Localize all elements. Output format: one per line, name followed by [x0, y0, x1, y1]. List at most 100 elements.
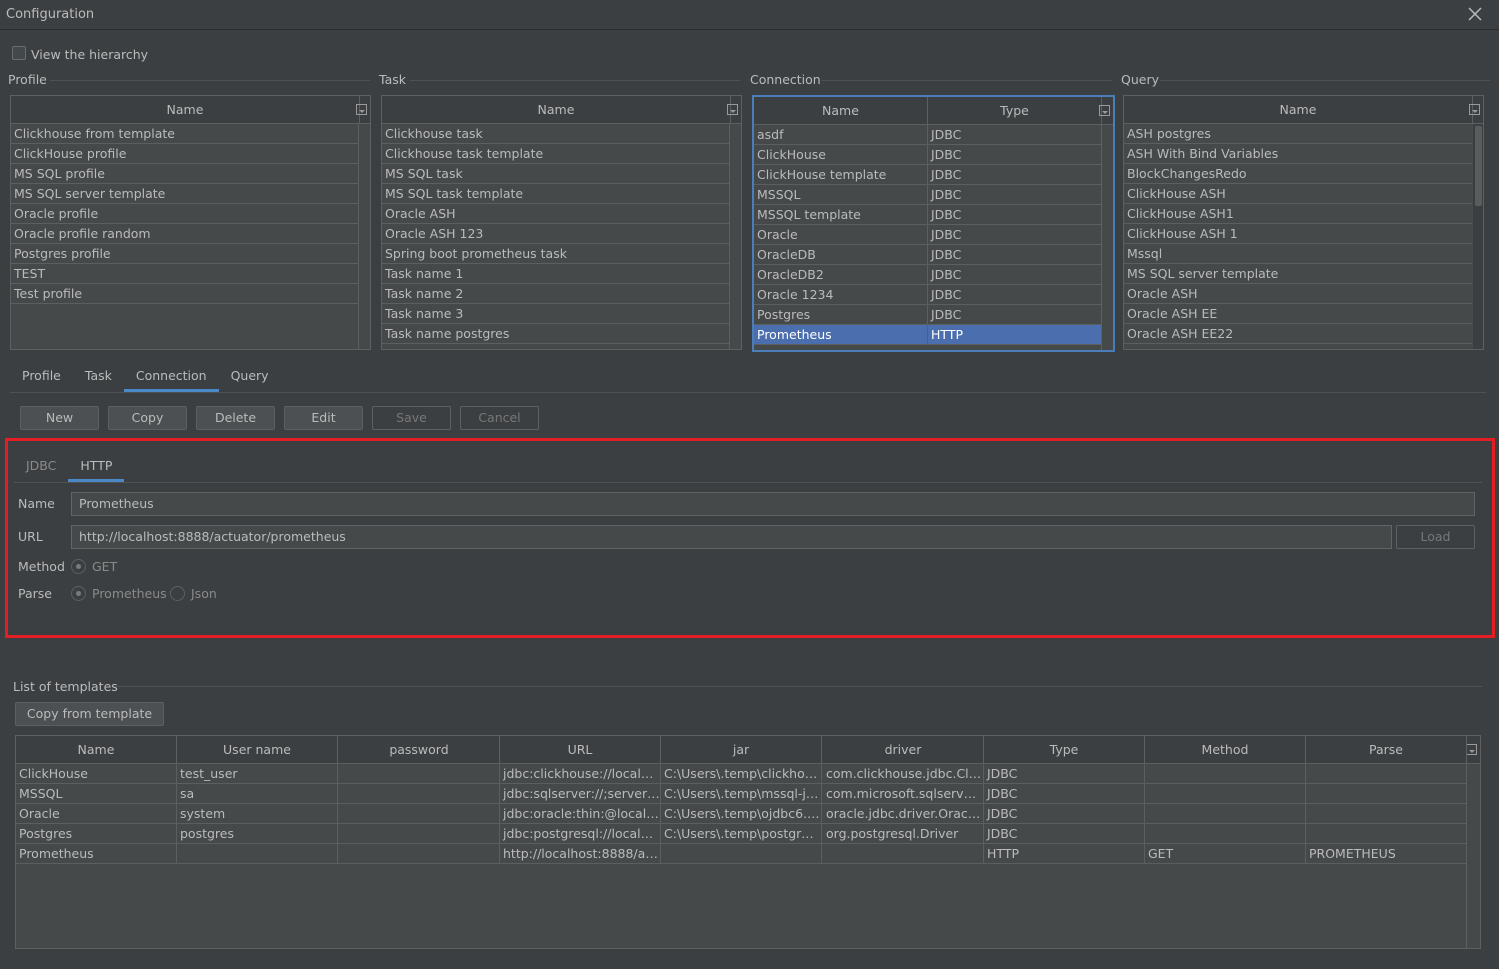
- connection-row[interactable]: MSSQL JDBC: [754, 185, 1101, 205]
- templates-header-method[interactable]: Method: [1145, 736, 1306, 764]
- task-row[interactable]: Task name 2: [382, 284, 729, 304]
- new-button[interactable]: New: [20, 406, 99, 430]
- tab-connection[interactable]: Connection: [123, 361, 219, 392]
- column-menu-icon[interactable]: [356, 104, 367, 115]
- parse-json-radio[interactable]: [170, 586, 185, 601]
- connection-row[interactable]: Oracle JDBC: [754, 225, 1101, 245]
- column-menu-icon[interactable]: [727, 104, 738, 115]
- save-button[interactable]: Save: [372, 406, 451, 430]
- edit-button[interactable]: Edit: [284, 406, 363, 430]
- profile-row[interactable]: ClickHouse profile: [11, 144, 358, 164]
- template-row[interactable]: ClickHouse test_user jdbc:clickhouse://loc…: [16, 764, 1467, 784]
- profile-row[interactable]: Oracle profile random: [11, 224, 358, 244]
- query-scrollbar[interactable]: [1472, 124, 1483, 349]
- template-row[interactable]: Oracle system jdbc:oracle:thin:@localho...…: [16, 804, 1467, 824]
- task-row[interactable]: MS SQL task template: [382, 184, 729, 204]
- templates-header-type[interactable]: Type: [984, 736, 1145, 764]
- query-row[interactable]: ClickHouse ASH1: [1124, 204, 1472, 224]
- profile-row[interactable]: Test profile: [11, 284, 358, 304]
- query-row[interactable]: ASH With Bind Variables: [1124, 144, 1472, 164]
- template-row[interactable]: Prometheus http://localhost:8888/act... HT…: [16, 844, 1467, 864]
- template-cell-name: Oracle: [16, 804, 177, 824]
- task-row[interactable]: MS SQL task: [382, 164, 729, 184]
- query-scrollbar-thumb[interactable]: [1475, 126, 1482, 206]
- query-row[interactable]: MS SQL server template: [1124, 264, 1472, 284]
- query-list[interactable]: Name ASH postgres ASH With Bind Variables…: [1123, 95, 1484, 350]
- connection-row[interactable]: OracleDB2 JDBC: [754, 265, 1101, 285]
- profile-row[interactable]: MS SQL profile: [11, 164, 358, 184]
- task-row[interactable]: Oracle ASH: [382, 204, 729, 224]
- connection-type-header[interactable]: Type: [928, 97, 1102, 125]
- tab-task[interactable]: Task: [73, 361, 124, 391]
- query-row[interactable]: ASH postgres: [1124, 124, 1472, 144]
- task-row[interactable]: Task name 3: [382, 304, 729, 324]
- column-menu-icon[interactable]: [1466, 744, 1477, 755]
- templates-header-name[interactable]: Name: [16, 736, 177, 764]
- templates-table[interactable]: Name User name password URL jar driver Type Met…: [15, 735, 1481, 949]
- query-row[interactable]: Oracle ASH EE22: [1124, 324, 1472, 344]
- tab-jdbc[interactable]: JDBC: [14, 451, 68, 481]
- connection-row[interactable]: ClickHouse template JDBC: [754, 165, 1101, 185]
- connection-row[interactable]: Oracle 1234 JDBC: [754, 285, 1101, 305]
- templates-header-password[interactable]: password: [339, 736, 500, 764]
- connection-row[interactable]: Postgres JDBC: [754, 305, 1101, 325]
- templates-header-url[interactable]: URL: [500, 736, 661, 764]
- method-get-radio[interactable]: [71, 559, 86, 574]
- tab-profile[interactable]: Profile: [10, 361, 73, 391]
- connection-row[interactable]: MSSQL template JDBC: [754, 205, 1101, 225]
- templates-header-parse[interactable]: Parse: [1306, 736, 1467, 764]
- delete-button[interactable]: Delete: [196, 406, 275, 430]
- tab-http[interactable]: HTTP: [68, 451, 125, 482]
- profile-row[interactable]: Oracle profile: [11, 204, 358, 224]
- query-row[interactable]: Mssql: [1124, 244, 1472, 264]
- profile-row[interactable]: TEST: [11, 264, 358, 284]
- task-row[interactable]: Task name 1: [382, 264, 729, 284]
- profile-name-header[interactable]: Name: [11, 96, 360, 124]
- template-cell-type: JDBC: [984, 784, 1145, 804]
- profile-row[interactable]: MS SQL server template: [11, 184, 358, 204]
- task-row[interactable]: Oracle ASH 123: [382, 224, 729, 244]
- task-row[interactable]: Clickhouse task template: [382, 144, 729, 164]
- load-button[interactable]: Load: [1396, 525, 1475, 549]
- name-field[interactable]: Prometheus: [71, 492, 1475, 516]
- template-row[interactable]: MSSQL sa jdbc:sqlserver://;serverN... C:\Us…: [16, 784, 1467, 804]
- connection-row[interactable]: OracleDB JDBC: [754, 245, 1101, 265]
- template-row[interactable]: Postgres postgres jdbc:postgresql://localh…: [16, 824, 1467, 844]
- tab-query[interactable]: Query: [219, 361, 281, 391]
- connection-name-cell: Oracle 1234: [754, 285, 928, 305]
- task-row[interactable]: Clickhouse task: [382, 124, 729, 144]
- parse-prometheus-radio[interactable]: [71, 586, 86, 601]
- task-row[interactable]: Spring boot prometheus task: [382, 244, 729, 264]
- template-cell-url: jdbc:oracle:thin:@localho...: [500, 804, 661, 824]
- cancel-button[interactable]: Cancel: [460, 406, 539, 430]
- profile-list[interactable]: Name Clickhouse from template ClickHouse …: [10, 95, 371, 350]
- task-row-label: Oracle ASH 123: [385, 226, 484, 241]
- query-row[interactable]: ClickHouse ASH: [1124, 184, 1472, 204]
- template-cell-method: [1145, 764, 1306, 784]
- templates-header-jar[interactable]: jar: [661, 736, 822, 764]
- task-list[interactable]: Name Clickhouse task Clickhouse task temp…: [381, 95, 742, 350]
- copy-button[interactable]: Copy: [108, 406, 187, 430]
- query-row[interactable]: Oracle ASH EE: [1124, 304, 1472, 324]
- profile-row[interactable]: Clickhouse from template: [11, 124, 358, 144]
- copy-from-template-button[interactable]: Copy from template: [15, 702, 164, 726]
- query-row[interactable]: BlockChangesRedo: [1124, 164, 1472, 184]
- task-row[interactable]: Task name postgres: [382, 324, 729, 344]
- profile-row[interactable]: Postgres profile: [11, 244, 358, 264]
- task-name-header[interactable]: Name: [382, 96, 731, 124]
- column-menu-icon[interactable]: [1099, 105, 1110, 116]
- query-row[interactable]: ClickHouse ASH 1: [1124, 224, 1472, 244]
- connection-list[interactable]: Name Type asdf JDBC ClickHouse JDBC ClickHou…: [752, 95, 1115, 352]
- templates-header-user-name[interactable]: User name: [177, 736, 338, 764]
- connection-row[interactable]: Prometheus HTTP: [754, 325, 1101, 345]
- query-name-header[interactable]: Name: [1124, 96, 1473, 124]
- connection-row[interactable]: ClickHouse JDBC: [754, 145, 1101, 165]
- query-row[interactable]: Oracle ASH: [1124, 284, 1472, 304]
- connection-name-header[interactable]: Name: [754, 97, 928, 125]
- templates-header-driver[interactable]: driver: [823, 736, 984, 764]
- close-icon[interactable]: [1466, 5, 1484, 23]
- url-field[interactable]: http://localhost:8888/actuator/prometheu…: [71, 525, 1392, 549]
- column-menu-icon[interactable]: [1469, 104, 1480, 115]
- view-hierarchy-checkbox[interactable]: [12, 46, 26, 60]
- connection-row[interactable]: asdf JDBC: [754, 125, 1101, 145]
